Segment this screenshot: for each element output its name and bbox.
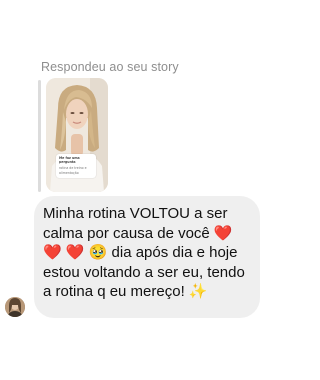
sticker-question: Me faz uma pergunta bbox=[59, 156, 80, 165]
message-text: Minha rotina VOLTOU a ser calma por caus… bbox=[43, 205, 249, 301]
reply-indicator-bar bbox=[38, 80, 41, 192]
reply-label: Respondeu ao seu story bbox=[41, 60, 179, 74]
sticker-answer: rotina de treino e alimentação bbox=[59, 166, 87, 175]
story-question-sticker: Me faz uma pergunta rotina de treino e a… bbox=[56, 154, 96, 178]
sender-avatar[interactable] bbox=[5, 297, 25, 317]
story-preview-thumbnail[interactable]: Me faz uma pergunta rotina de treino e a… bbox=[46, 78, 108, 192]
avatar-photo bbox=[5, 297, 25, 317]
message-bubble[interactable]: Minha rotina VOLTOU a ser calma por caus… bbox=[34, 196, 260, 318]
